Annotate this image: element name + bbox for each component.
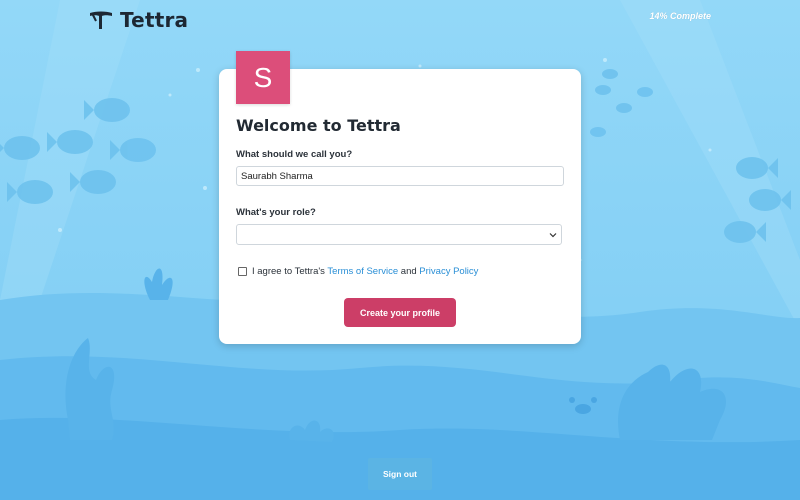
name-input[interactable] [236, 166, 564, 186]
progress-status: 14% Complete [649, 11, 711, 21]
tettra-logo-icon [90, 11, 112, 29]
role-label: What's your role? [236, 207, 316, 218]
terms-link[interactable]: Terms of Service [327, 266, 398, 277]
privacy-link[interactable]: Privacy Policy [419, 266, 478, 277]
tettra-logo[interactable]: Tettra [88, 8, 188, 32]
page-title: Welcome to Tettra [236, 116, 401, 135]
avatar[interactable]: S [236, 51, 290, 104]
chevron-down-icon [549, 233, 557, 238]
agree-prefix: I agree to Tettra's [252, 266, 325, 277]
name-label: What should we call you? [236, 149, 353, 160]
agree-and: and [400, 266, 417, 277]
agree-text: I agree to Tettra's Terms of Service and… [252, 266, 478, 277]
agree-checkbox[interactable] [238, 267, 247, 276]
terms-agreement: I agree to Tettra's Terms of Service and… [238, 266, 478, 277]
create-profile-button[interactable]: Create your profile [344, 298, 456, 327]
role-select[interactable] [236, 224, 562, 245]
avatar-letter: S [253, 61, 273, 93]
sign-out-button[interactable]: Sign out [368, 458, 432, 490]
brand-name: Tettra [120, 8, 189, 32]
